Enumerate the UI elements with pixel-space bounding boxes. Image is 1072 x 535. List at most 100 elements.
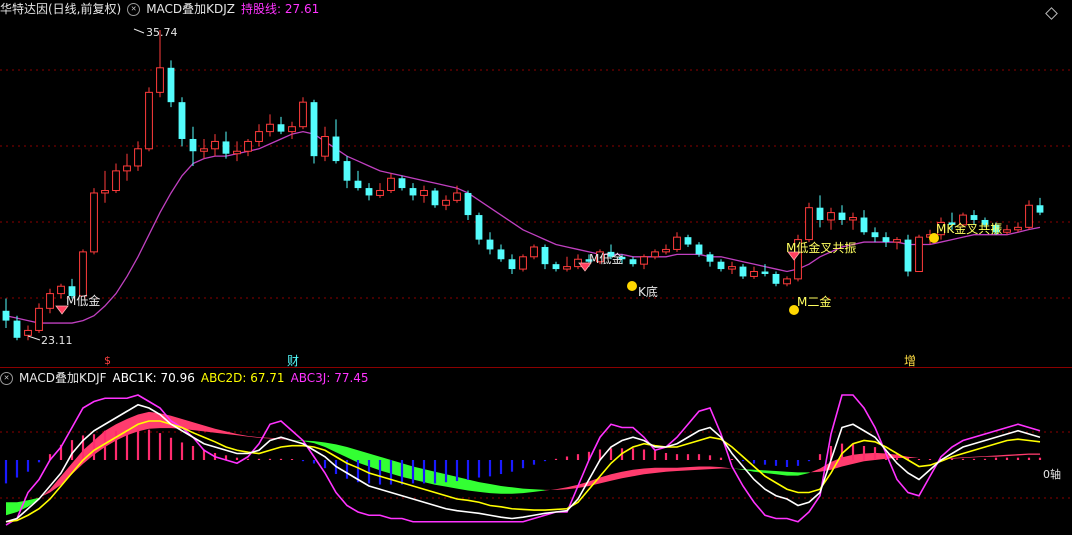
candle[interactable] (717, 259, 725, 272)
sub-indicator-name[interactable]: MACD叠加KDJF (19, 371, 107, 385)
candle[interactable] (530, 244, 538, 260)
holding-line-path (5, 130, 1041, 324)
candle[interactable] (497, 244, 505, 262)
macd-band-segment (479, 482, 490, 494)
candle[interactable] (827, 207, 835, 230)
candle[interactable] (915, 234, 923, 273)
stock-title[interactable]: 华特达因(日线,前复权) (0, 2, 121, 16)
candle[interactable] (519, 254, 527, 272)
candle[interactable] (860, 210, 868, 235)
candle[interactable] (13, 315, 21, 341)
candle[interactable] (24, 325, 32, 341)
macd-histogram (4, 429, 1042, 485)
candle[interactable] (871, 227, 879, 243)
candle[interactable] (805, 202, 813, 243)
candle[interactable] (904, 234, 912, 277)
candle[interactable] (178, 97, 186, 147)
main-indicator-name[interactable]: MACD叠加KDJZ (146, 2, 235, 16)
candle[interactable] (299, 97, 307, 130)
candle[interactable] (849, 212, 857, 230)
candle[interactable] (838, 205, 846, 225)
candle-body (233, 150, 241, 155)
candle[interactable] (431, 188, 439, 208)
candle-body (244, 140, 252, 152)
candle[interactable] (376, 183, 384, 198)
candle[interactable] (398, 175, 406, 191)
candle[interactable] (541, 244, 549, 270)
candle[interactable] (35, 303, 43, 333)
candle-body (211, 140, 219, 150)
candle[interactable] (750, 266, 758, 279)
candle[interactable] (189, 126, 197, 166)
candle[interactable] (90, 188, 98, 255)
candle[interactable] (343, 156, 351, 189)
candle-body (783, 278, 791, 285)
candle[interactable] (288, 121, 296, 139)
candle[interactable] (200, 138, 208, 159)
candle[interactable] (46, 288, 54, 314)
candle[interactable] (321, 126, 329, 162)
macd-band-segment (721, 467, 732, 469)
panel-divider[interactable] (0, 367, 1072, 368)
candle[interactable] (2, 298, 10, 328)
candle[interactable] (156, 30, 164, 98)
candle[interactable] (354, 170, 362, 191)
candle[interactable] (684, 234, 692, 247)
candlesticks[interactable] (2, 30, 1044, 341)
candle[interactable] (255, 124, 263, 147)
macd-band-segment (809, 468, 820, 473)
candle[interactable] (134, 141, 142, 171)
candle[interactable] (442, 195, 450, 211)
candle[interactable] (552, 261, 560, 272)
chart-window[interactable]: 35.74 23.11 M低金 M低金 K底 M低金叉共振 M二金 MK金叉共振… (0, 0, 1072, 535)
chart-canvas[interactable]: 35.74 23.11 M低金 M低金 K底 M低金叉共振 M二金 MK金叉共振… (0, 0, 1072, 535)
indicator-menu-icon[interactable]: ✕ (127, 3, 141, 16)
candle[interactable] (222, 131, 230, 159)
candle[interactable] (1014, 222, 1022, 233)
candle[interactable] (233, 141, 241, 162)
candle[interactable] (563, 256, 571, 272)
candle[interactable] (145, 87, 153, 152)
candle[interactable] (662, 244, 670, 255)
candle[interactable] (112, 163, 120, 193)
candle[interactable] (387, 173, 395, 193)
candle[interactable] (640, 254, 648, 270)
candle[interactable] (332, 119, 340, 164)
candle[interactable] (123, 153, 131, 181)
candle[interactable] (673, 232, 681, 252)
candle[interactable] (277, 116, 285, 135)
candle[interactable] (1036, 197, 1044, 216)
candle[interactable] (486, 232, 494, 255)
candle[interactable] (1025, 200, 1033, 230)
candle[interactable] (574, 254, 582, 270)
candle[interactable] (310, 99, 318, 164)
candle[interactable] (728, 261, 736, 274)
candle[interactable] (365, 183, 373, 201)
candle[interactable] (651, 249, 659, 260)
candle[interactable] (739, 264, 747, 279)
candle[interactable] (772, 271, 780, 287)
candle[interactable] (57, 283, 65, 299)
candle[interactable] (464, 190, 472, 220)
candle[interactable] (409, 183, 417, 201)
candle[interactable] (783, 276, 791, 287)
candle[interactable] (1003, 224, 1011, 235)
candle[interactable] (101, 170, 109, 203)
candle[interactable] (893, 237, 901, 250)
candle[interactable] (79, 249, 87, 297)
candle[interactable] (629, 256, 637, 267)
sub-indicator-menu-icon[interactable]: ✕ (0, 372, 13, 385)
candle[interactable] (508, 254, 516, 274)
candle[interactable] (266, 114, 274, 137)
candle[interactable] (706, 251, 714, 267)
candle[interactable] (244, 138, 252, 157)
candle[interactable] (167, 60, 175, 108)
candle[interactable] (211, 134, 219, 157)
candle[interactable] (882, 232, 890, 247)
candle-body (35, 307, 43, 331)
macd-band-segment (116, 419, 127, 441)
candle[interactable] (475, 212, 483, 245)
candle[interactable] (420, 185, 428, 203)
gold-dot-icon (627, 281, 637, 291)
candle[interactable] (816, 195, 824, 228)
